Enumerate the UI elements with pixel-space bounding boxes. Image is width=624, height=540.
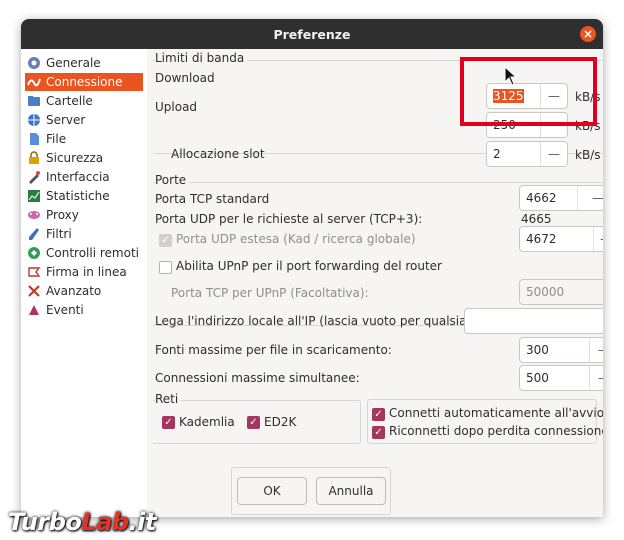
- bandwidth-title: Limiti di banda: [155, 51, 248, 65]
- tcp-port-stepper[interactable]: 4662 —: [519, 185, 603, 211]
- sidebar-item-avanzato[interactable]: Avanzato: [25, 282, 143, 300]
- slot-value[interactable]: 2: [487, 147, 540, 161]
- server-icon: [27, 113, 41, 127]
- sidebar-item-label: Filtri: [46, 227, 72, 241]
- ed2k-label: ED2K: [264, 415, 297, 429]
- bind-address-label: Lega l'indirizzo locale all'IP (lascia v…: [155, 314, 485, 328]
- sidebar-item-label: Connessione: [46, 75, 123, 89]
- max-sources-value[interactable]: 300: [520, 343, 589, 357]
- sidebar-item-label: Interfaccia: [46, 170, 110, 184]
- slot-stepper[interactable]: 2 —: [486, 141, 568, 167]
- window-title: Preferenze: [273, 26, 351, 42]
- udp-extended-value[interactable]: 4672: [520, 232, 593, 246]
- cancel-button[interactable]: Annulla: [316, 477, 386, 505]
- max-sources-label: Fonti massime per file in scaricamento:: [155, 343, 392, 357]
- networks-title: Reti: [155, 392, 182, 406]
- sidebar-item-eventi[interactable]: Eventi: [25, 301, 143, 319]
- sidebar-item-cartelle[interactable]: Cartelle: [25, 92, 143, 110]
- udp-extended-label: Porta UDP estesa (Kad / ricerca globale): [176, 232, 416, 246]
- sidebar-item-label: Eventi: [46, 303, 84, 317]
- udp-server-port-label: Porta UDP per le richieste al server (TC…: [155, 212, 423, 226]
- sidebar-item-label: File: [46, 132, 67, 146]
- tcp-port-value[interactable]: 4662: [520, 191, 577, 205]
- remote-icon: [27, 246, 41, 260]
- sidebar: Generale Connessione Cartelle Server Fil…: [21, 49, 147, 517]
- max-connections-value[interactable]: 500: [520, 371, 589, 385]
- slot-label: Allocazione slot: [171, 147, 265, 161]
- highlight-box: [460, 57, 597, 126]
- general-icon: [27, 56, 41, 70]
- udp-extended-stepper[interactable]: 4672 —: [519, 226, 603, 252]
- close-button[interactable]: ×: [580, 26, 596, 42]
- udp-extended-checkbox[interactable]: ✓: [159, 234, 172, 247]
- sidebar-item-interfaccia[interactable]: Interfaccia: [25, 168, 143, 186]
- file-icon: [27, 132, 41, 146]
- slot-unit: kB/s: [575, 148, 601, 162]
- sidebar-item-firma-in-linea[interactable]: Firma in linea: [25, 263, 143, 281]
- ports-title: Porte: [155, 173, 190, 187]
- autoconnect-checkbox[interactable]: ✓: [372, 408, 385, 421]
- udp-extended-decrement-button[interactable]: —: [593, 227, 603, 251]
- max-sources-stepper[interactable]: 300 —: [519, 337, 603, 363]
- watermark: TurboLab.it: [8, 508, 156, 536]
- mouse-cursor-icon: [504, 65, 518, 89]
- sidebar-item-generale[interactable]: Generale: [25, 54, 143, 72]
- sidebar-item-label: Sicurezza: [46, 151, 104, 165]
- upnp-checkbox[interactable]: [159, 261, 172, 274]
- upload-label: Upload: [155, 100, 198, 114]
- titlebar: Preferenze ×: [21, 19, 603, 49]
- sidebar-item-connessione[interactable]: Connessione: [25, 73, 143, 91]
- bind-address-input[interactable]: [464, 308, 603, 334]
- sidebar-item-controlli-remoti[interactable]: Controlli remoti: [25, 244, 143, 262]
- signature-icon: [27, 265, 41, 279]
- sidebar-item-label: Statistiche: [46, 189, 110, 203]
- slot-decrement-button[interactable]: —: [540, 142, 567, 166]
- reconnect-label: Riconnetti dopo perdita connessione: [389, 424, 603, 438]
- sidebar-item-server[interactable]: Server: [25, 111, 143, 129]
- statistics-icon: [27, 189, 41, 203]
- sidebar-item-file[interactable]: File: [25, 130, 143, 148]
- sidebar-item-label: Server: [46, 113, 86, 127]
- udp-server-port-value: 4665: [521, 212, 552, 226]
- max-connections-decrement-button[interactable]: —: [589, 366, 603, 390]
- advanced-icon: [27, 284, 41, 298]
- ok-button[interactable]: OK: [237, 477, 307, 505]
- sidebar-item-label: Cartelle: [46, 94, 93, 108]
- sidebar-item-label: Avanzato: [46, 284, 102, 298]
- download-label: Download: [155, 71, 215, 85]
- filter-icon: [27, 227, 41, 241]
- events-icon: [27, 303, 41, 317]
- sidebar-item-filtri[interactable]: Filtri: [25, 225, 143, 243]
- close-icon: ×: [582, 27, 594, 41]
- max-sources-decrement-button[interactable]: —: [589, 338, 603, 362]
- upnp-tcp-port-label: Porta TCP per UPnP (Facoltativa):: [171, 286, 369, 300]
- upnp-tcp-port-stepper[interactable]: 50000: [519, 279, 603, 305]
- sidebar-item-proxy[interactable]: Proxy: [25, 206, 143, 224]
- max-connections-stepper[interactable]: 500 —: [519, 365, 603, 391]
- upnp-label: Abilita UPnP per il port forwarding del …: [176, 259, 442, 273]
- reconnect-checkbox[interactable]: ✓: [372, 426, 385, 439]
- tcp-port-label: Porta TCP standard: [155, 192, 270, 206]
- ed2k-checkbox[interactable]: ✓: [247, 416, 260, 429]
- sidebar-item-sicurezza[interactable]: Sicurezza: [25, 149, 143, 167]
- kademlia-label: Kademlia: [179, 415, 235, 429]
- interface-icon: [27, 170, 41, 184]
- tcp-port-decrement-button[interactable]: —: [577, 186, 603, 210]
- sidebar-item-label: Proxy: [46, 208, 79, 222]
- connection-icon: [27, 75, 41, 89]
- sidebar-item-label: Firma in linea: [46, 265, 127, 279]
- kademlia-checkbox[interactable]: ✓: [162, 416, 175, 429]
- sidebar-item-statistiche[interactable]: Statistiche: [25, 187, 143, 205]
- autoconnect-label: Connetti automaticamente all'avvio: [389, 406, 603, 420]
- folder-icon: [27, 94, 41, 108]
- lock-icon: [27, 151, 41, 165]
- max-connections-label: Connessioni massime simultanee:: [155, 371, 360, 385]
- proxy-icon: [27, 208, 41, 222]
- sidebar-item-label: Controlli remoti: [46, 246, 139, 260]
- upnp-tcp-port-value[interactable]: 50000: [520, 285, 603, 299]
- sidebar-item-label: Generale: [46, 56, 101, 70]
